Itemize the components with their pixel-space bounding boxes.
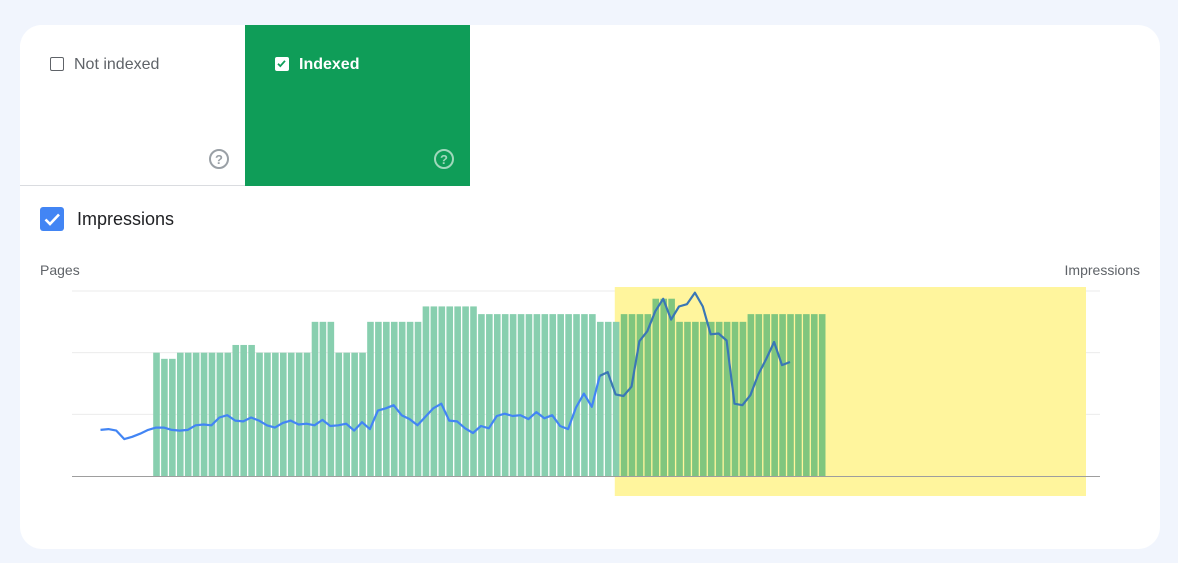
bar bbox=[493, 314, 501, 476]
bar bbox=[295, 352, 303, 476]
bar bbox=[367, 321, 374, 476]
bar bbox=[216, 352, 224, 476]
bar bbox=[184, 352, 192, 476]
bar bbox=[565, 314, 572, 476]
bar bbox=[486, 314, 493, 476]
bar bbox=[470, 306, 477, 476]
bar bbox=[406, 321, 414, 476]
bar bbox=[509, 314, 517, 476]
bar bbox=[319, 321, 327, 476]
bar bbox=[755, 314, 763, 476]
bar bbox=[676, 321, 683, 476]
bar bbox=[644, 314, 652, 476]
bar bbox=[818, 314, 826, 476]
bar bbox=[597, 321, 604, 476]
bar bbox=[628, 314, 636, 476]
bar bbox=[430, 306, 438, 476]
bar bbox=[383, 321, 390, 476]
bar bbox=[541, 314, 549, 476]
bar bbox=[700, 321, 707, 476]
bar bbox=[795, 314, 802, 476]
bar bbox=[454, 306, 461, 476]
bar bbox=[169, 358, 176, 476]
bar bbox=[208, 352, 216, 476]
bar bbox=[557, 314, 564, 476]
bar bbox=[327, 321, 335, 476]
bar bbox=[414, 321, 422, 476]
bar bbox=[192, 352, 200, 476]
bar bbox=[771, 314, 778, 476]
bar bbox=[612, 321, 620, 476]
bar bbox=[763, 314, 771, 476]
bar bbox=[153, 352, 160, 476]
indexing-chart bbox=[72, 287, 1100, 496]
bar bbox=[335, 352, 343, 476]
bar bbox=[438, 306, 446, 476]
bar bbox=[684, 321, 691, 476]
bar bbox=[264, 352, 271, 476]
bar bbox=[533, 314, 541, 476]
bar bbox=[256, 352, 263, 476]
bar bbox=[692, 321, 699, 476]
bar bbox=[272, 352, 279, 476]
bar bbox=[517, 314, 525, 476]
bar bbox=[787, 314, 794, 476]
bar bbox=[715, 321, 723, 476]
bar bbox=[248, 344, 255, 476]
bar bbox=[446, 306, 454, 476]
bar bbox=[200, 352, 208, 476]
bar bbox=[287, 352, 295, 476]
bar bbox=[240, 344, 247, 476]
bar bbox=[351, 352, 358, 476]
bar bbox=[232, 344, 240, 476]
bar bbox=[390, 321, 398, 476]
bar bbox=[549, 314, 557, 476]
bar bbox=[739, 321, 747, 476]
bar bbox=[398, 321, 406, 476]
bar bbox=[779, 314, 786, 476]
bar bbox=[422, 306, 430, 476]
bar bbox=[604, 321, 612, 476]
bar bbox=[810, 314, 818, 476]
bar bbox=[573, 314, 580, 476]
bar bbox=[501, 314, 509, 476]
bar bbox=[660, 298, 667, 476]
bar bbox=[343, 352, 350, 476]
bar bbox=[280, 352, 287, 476]
bar bbox=[478, 314, 485, 476]
performance-card: Not indexed ? Indexed ? Impressions Page… bbox=[20, 25, 1160, 549]
bar bbox=[525, 314, 533, 476]
bar bbox=[652, 298, 660, 476]
bar bbox=[707, 321, 715, 476]
bar bbox=[731, 321, 739, 476]
bar bbox=[803, 314, 810, 476]
bar bbox=[668, 298, 675, 476]
bar bbox=[303, 352, 311, 476]
bar bbox=[375, 321, 382, 476]
bar bbox=[359, 352, 366, 476]
bar bbox=[161, 358, 168, 476]
bar bbox=[311, 321, 319, 476]
bar bbox=[462, 306, 469, 476]
bar bbox=[176, 352, 184, 476]
